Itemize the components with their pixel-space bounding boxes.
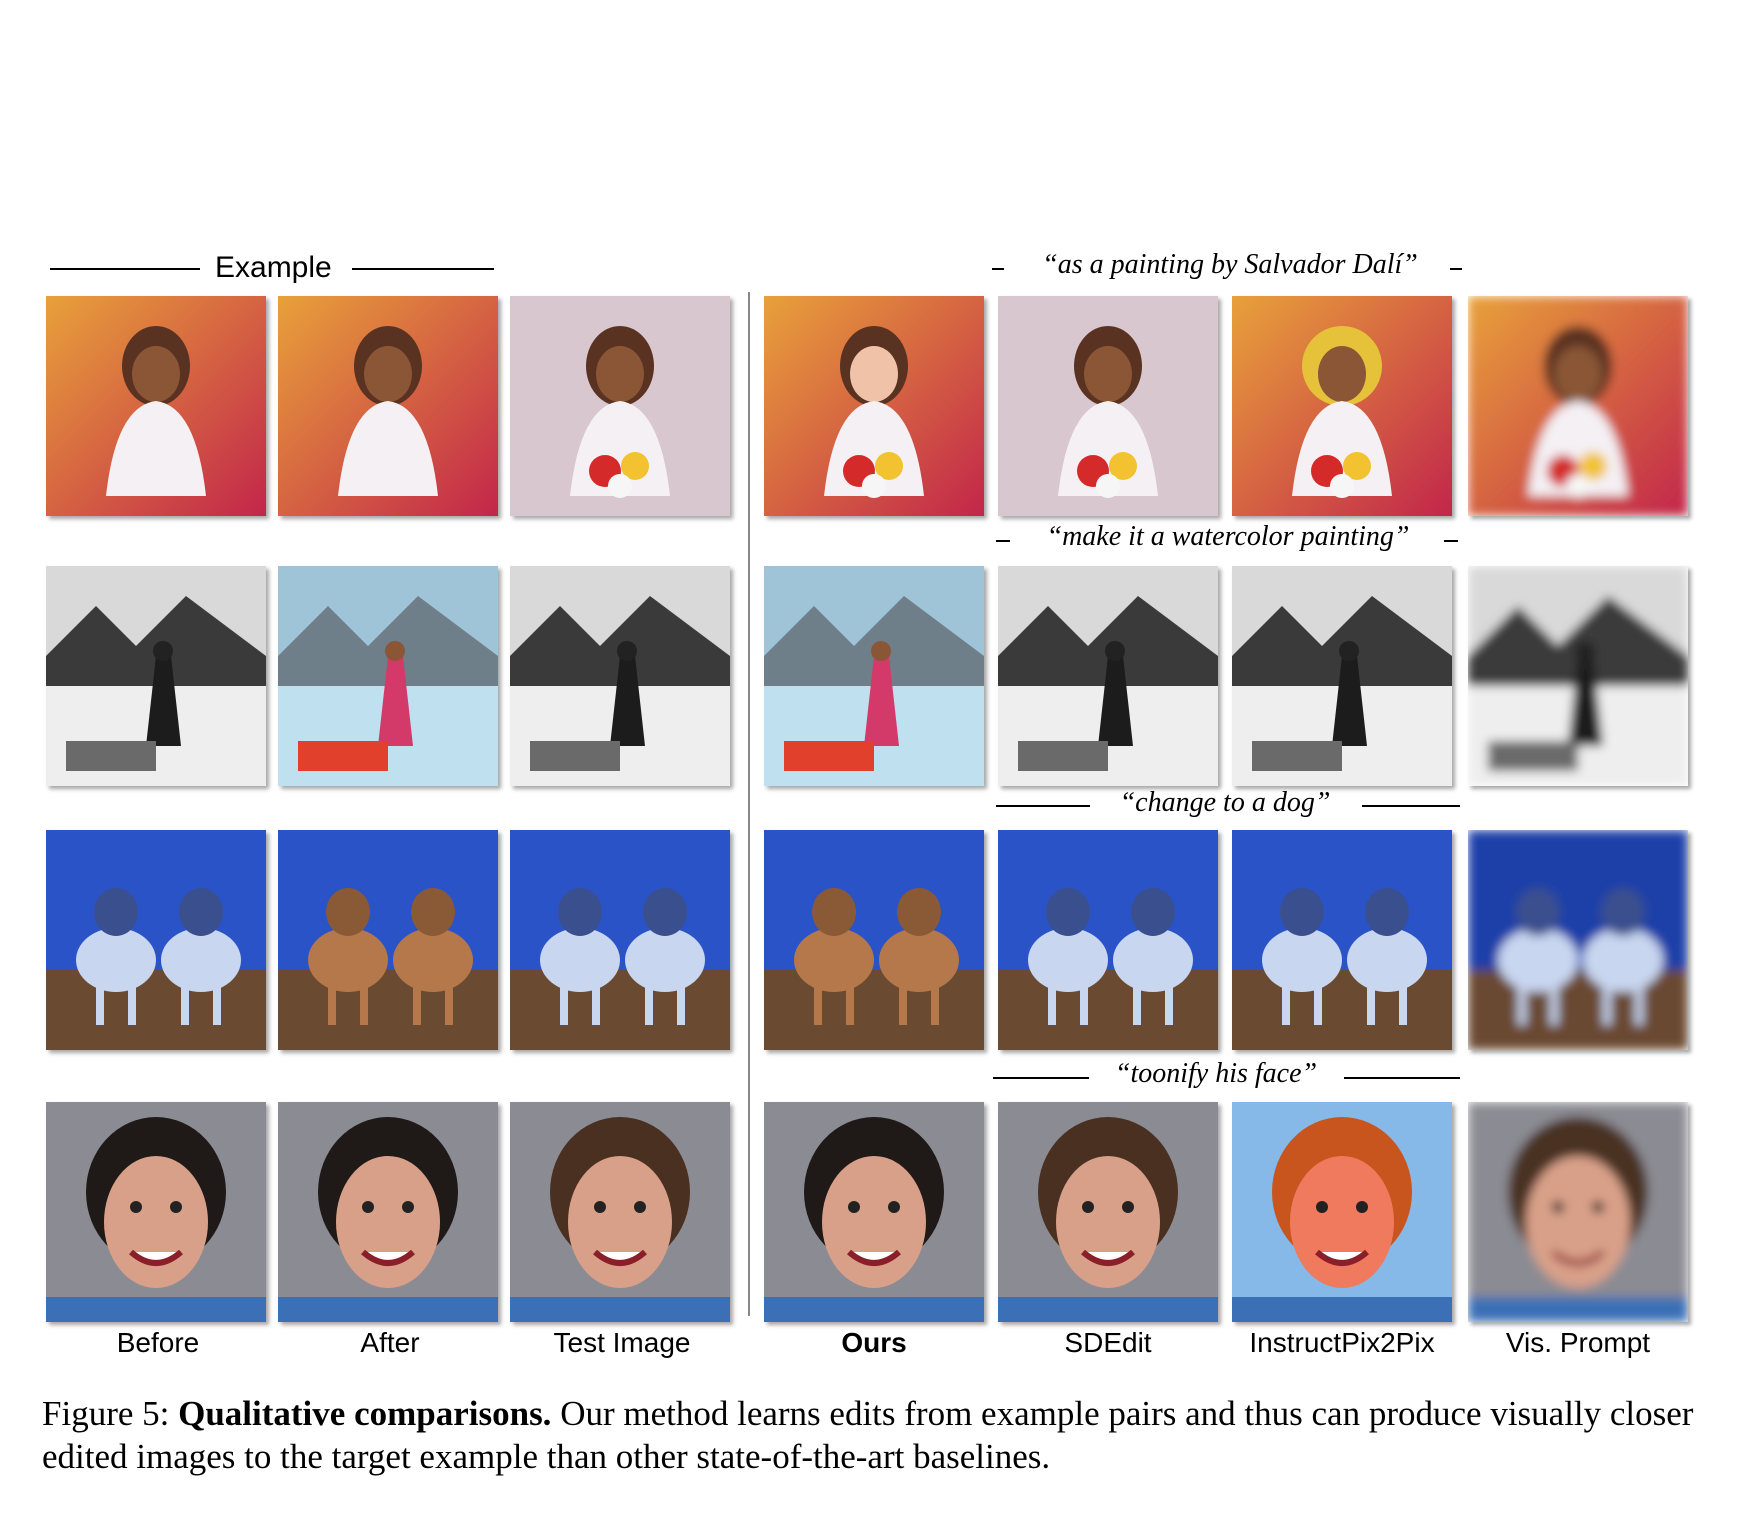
prompt-rule xyxy=(1344,1077,1460,1079)
image-wolf-to-dog-test-image xyxy=(510,830,730,1050)
image-girl-painting-before xyxy=(46,296,266,516)
image-portrait-face-sdedit xyxy=(998,1102,1218,1322)
example-header-rule-right xyxy=(352,268,494,270)
caption-prefix: Figure 5: xyxy=(42,1394,170,1433)
image-girl-painting-after xyxy=(278,296,498,516)
label-test-image: Test Image xyxy=(553,1327,691,1358)
image-flower-seller-ours xyxy=(764,566,984,786)
image-girl-painting-vis-prompt xyxy=(1468,296,1688,516)
image-flower-seller-after xyxy=(278,566,498,786)
label-after: After xyxy=(360,1327,420,1358)
caption-bold: Qualitative comparisons. xyxy=(178,1394,552,1433)
figure-caption: Figure 5: Qualitative comparisons. Our m… xyxy=(42,1392,1702,1478)
prompt-watercolor: “make it a watercolor painting” xyxy=(1046,521,1410,552)
image-flower-seller-test-image xyxy=(510,566,730,786)
prompt-dash xyxy=(996,540,1010,542)
image-wolf-to-dog-ours xyxy=(764,830,984,1050)
image-wolf-to-dog-vis-prompt xyxy=(1468,830,1688,1050)
image-portrait-face-vis-prompt xyxy=(1468,1102,1688,1322)
image-portrait-face-test-image xyxy=(510,1102,730,1322)
prompt-rule xyxy=(996,805,1090,807)
image-girl-painting-ours xyxy=(764,296,984,516)
prompt-dash xyxy=(992,268,1004,270)
label-vis-prompt: Vis. Prompt xyxy=(1505,1327,1651,1358)
image-portrait-face-before xyxy=(46,1102,266,1322)
image-wolf-to-dog-instructpix2pix xyxy=(1232,830,1452,1050)
prompt-rule xyxy=(993,1077,1089,1079)
image-flower-seller-vis-prompt xyxy=(1468,566,1688,786)
label-before: Before xyxy=(116,1327,200,1358)
example-divider xyxy=(748,292,750,1316)
label-instructpix2pix: InstructPix2Pix xyxy=(1249,1327,1435,1358)
image-flower-seller-instructpix2pix xyxy=(1232,566,1452,786)
prompt-dash xyxy=(1444,540,1458,542)
prompt-dali: “as a painting by Salvador Dalí” xyxy=(1042,249,1418,280)
example-header: Example xyxy=(215,251,332,284)
image-flower-seller-sdedit xyxy=(998,566,1218,786)
image-wolf-to-dog-sdedit xyxy=(998,830,1218,1050)
image-portrait-face-after xyxy=(278,1102,498,1322)
prompt-toonify: “toonify his face” xyxy=(1114,1058,1318,1089)
image-girl-painting-test-image xyxy=(510,296,730,516)
image-girl-painting-sdedit xyxy=(998,296,1218,516)
prompt-dash xyxy=(1450,268,1462,270)
image-girl-painting-instructpix2pix xyxy=(1232,296,1452,516)
label-sdedit: SDEdit xyxy=(1064,1327,1152,1358)
label-ours: Ours xyxy=(841,1327,907,1358)
image-portrait-face-ours xyxy=(764,1102,984,1322)
prompt-rule xyxy=(1362,805,1460,807)
image-wolf-to-dog-after xyxy=(278,830,498,1050)
example-header-rule-left xyxy=(50,268,200,270)
image-portrait-face-instructpix2pix xyxy=(1232,1102,1452,1322)
prompt-dog: “change to a dog” xyxy=(1119,787,1331,818)
image-wolf-to-dog-before xyxy=(46,830,266,1050)
image-flower-seller-before xyxy=(46,566,266,786)
